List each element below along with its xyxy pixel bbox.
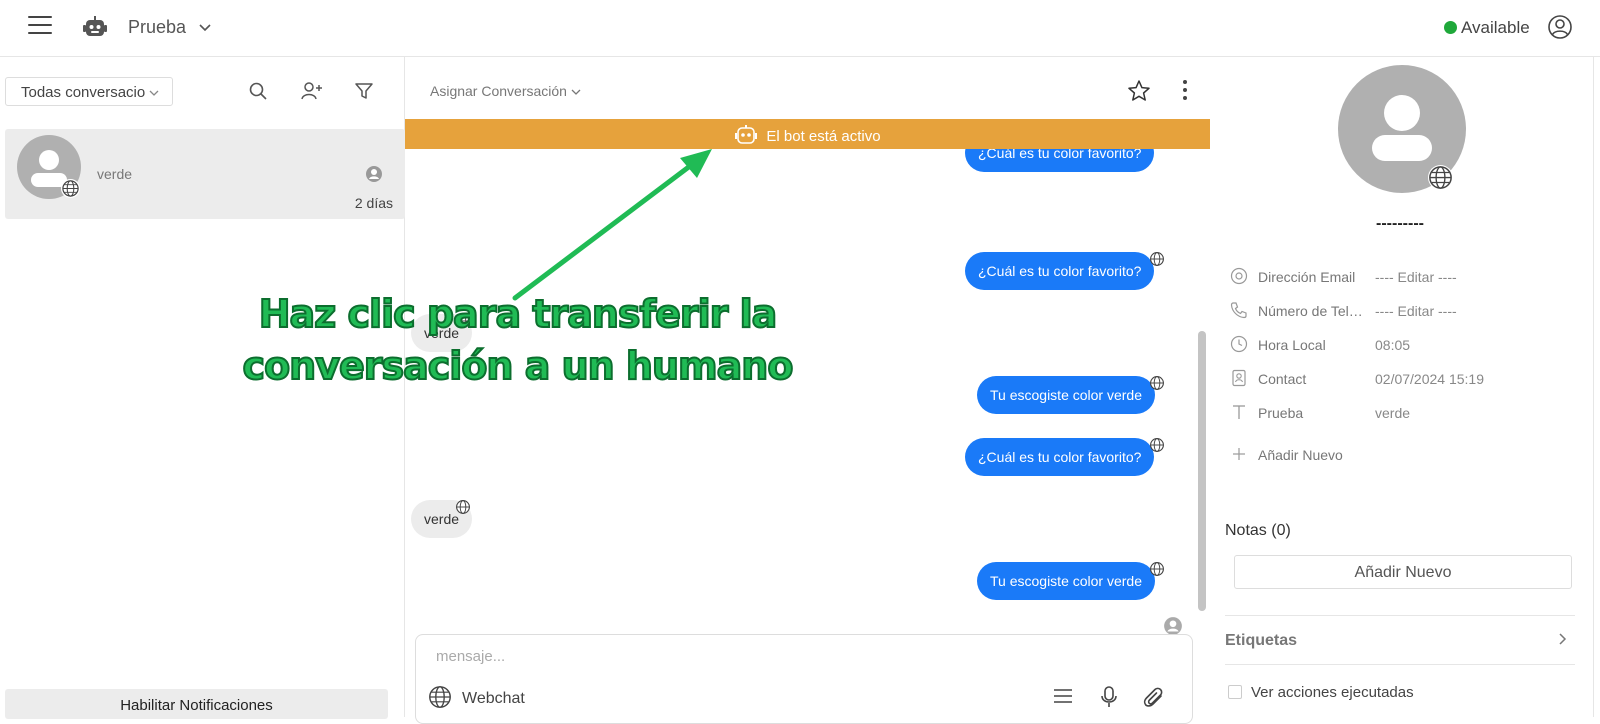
robot-icon [735, 125, 758, 144]
attribute-label: Hora Local [1258, 337, 1326, 353]
conversation-filter-select[interactable]: Todas conversacio [5, 77, 173, 106]
add-attribute-label: Añadir Nuevo [1258, 447, 1343, 463]
assign-conversation-label: Asignar Conversación [430, 83, 567, 99]
chevron-down-icon [571, 89, 581, 96]
robot-icon [83, 16, 107, 36]
contact-name[interactable]: --------- [1210, 215, 1590, 233]
add-contact-icon[interactable] [300, 81, 324, 101]
divider [1225, 664, 1575, 665]
status-text[interactable]: Available [1461, 18, 1530, 38]
assign-conversation-dropdown[interactable]: Asignar Conversación [430, 83, 582, 99]
actions-checkbox[interactable] [1228, 685, 1242, 699]
message-input[interactable]: mensaje... [436, 648, 505, 665]
message-bubble: ¿Cuál es tu color favorito? [965, 252, 1155, 290]
message-composer[interactable]: mensaje... Webchat [415, 634, 1193, 724]
attribute-custom: Prueba verde [1230, 401, 1590, 425]
globe-icon [1428, 165, 1453, 190]
attribute-label: Número de Teléfono [1258, 303, 1368, 319]
attribute-phone: Número de Teléfono ---- Editar ---- [1230, 299, 1590, 323]
chevron-down-icon[interactable] [198, 20, 212, 34]
add-note-button[interactable]: Añadir Nuevo [1234, 555, 1572, 589]
attribute-value[interactable]: ---- Editar ---- [1375, 303, 1457, 319]
chat-scrollbar[interactable] [1198, 331, 1206, 611]
hamburger-menu-icon[interactable] [28, 16, 52, 36]
globe-icon [61, 179, 80, 198]
attribute-email: Dirección Email ---- Editar ---- [1230, 265, 1590, 289]
search-icon[interactable] [248, 81, 268, 101]
actions-checkbox-label[interactable]: Ver acciones ejecutadas [1251, 684, 1414, 701]
chevron-right-icon[interactable] [1555, 632, 1569, 646]
attribute-value: 08:05 [1375, 337, 1411, 353]
divider [1225, 615, 1575, 616]
notes-title: Notas (0) [1225, 522, 1291, 539]
chevron-down-icon [149, 90, 159, 96]
top-bar: Prueba Available [0, 0, 1600, 57]
microphone-icon[interactable] [1098, 685, 1120, 709]
person-circle-icon [1164, 617, 1182, 635]
globe-icon [456, 500, 470, 514]
clock-icon [1230, 335, 1248, 353]
filter-select-value: Todas conversacio [21, 84, 146, 101]
globe-icon [1150, 438, 1164, 452]
attribute-local-time: Hora Local 08:05 [1230, 333, 1590, 357]
attachment-icon[interactable] [1142, 685, 1166, 709]
at-icon [1230, 267, 1248, 285]
message-list: ¿Cuál es tu color favorito? ¿Cuál es tu … [405, 149, 1210, 682]
conversation-last-message: verde [97, 166, 133, 182]
conversation-item[interactable]: verde 2 días [5, 129, 405, 219]
annotation-text: Haz clic para transferir la conversación… [200, 288, 835, 392]
annotation-line: Haz clic para transferir la [258, 291, 779, 337]
contact-details-panel: --------- Dirección Email ---- Editar --… [1210, 57, 1600, 717]
contact-card-icon [1232, 369, 1246, 387]
enable-notifications-button[interactable]: Habilitar Notificaciones [5, 689, 388, 719]
panel-scrollbar[interactable] [1593, 57, 1598, 717]
text-icon [1233, 405, 1245, 419]
attribute-value[interactable]: verde [1375, 405, 1410, 421]
plus-icon [1233, 448, 1245, 460]
phone-icon [1230, 302, 1247, 319]
globe-icon [1150, 376, 1164, 390]
globe-icon [1150, 562, 1164, 576]
globe-icon [1150, 252, 1164, 266]
globe-icon[interactable] [428, 685, 452, 709]
attribute-label: Contact [1258, 371, 1307, 387]
attribute-value[interactable]: ---- Editar ---- [1375, 269, 1457, 285]
user-account-icon[interactable] [1547, 14, 1573, 40]
star-icon[interactable] [1127, 79, 1151, 103]
message-bubble: Tu escogiste color verde [977, 376, 1155, 414]
annotation-line: conversación a un humano [242, 343, 795, 389]
tags-section-title[interactable]: Etiquetas [1225, 632, 1297, 650]
add-attribute-button[interactable]: Añadir Nuevo [1230, 443, 1590, 467]
attribute-value: 02/07/2024 15:19 [1375, 371, 1484, 387]
attribute-label: Prueba [1258, 405, 1304, 421]
attribute-label: Dirección Email [1258, 269, 1356, 285]
bot-banner-text: El bot está activo [766, 128, 881, 145]
app-name[interactable]: Prueba [128, 17, 186, 38]
message-bubble: Tu escogiste color verde [977, 562, 1155, 600]
attribute-contact: Contact 02/07/2024 15:19 [1230, 367, 1590, 391]
message-bubble: ¿Cuál es tu color favorito? [965, 438, 1155, 476]
person-circle-icon [366, 166, 382, 182]
more-options-icon[interactable] [1183, 80, 1187, 104]
channel-label[interactable]: Webchat [462, 690, 525, 708]
filter-icon[interactable] [354, 81, 374, 101]
bot-active-banner[interactable]: El bot está activo [405, 119, 1210, 149]
message-bubble: ¿Cuál es tu color favorito? [965, 149, 1155, 172]
conversation-time: 2 días [354, 195, 393, 211]
status-dot [1444, 21, 1457, 34]
list-menu-icon[interactable] [1052, 685, 1074, 707]
